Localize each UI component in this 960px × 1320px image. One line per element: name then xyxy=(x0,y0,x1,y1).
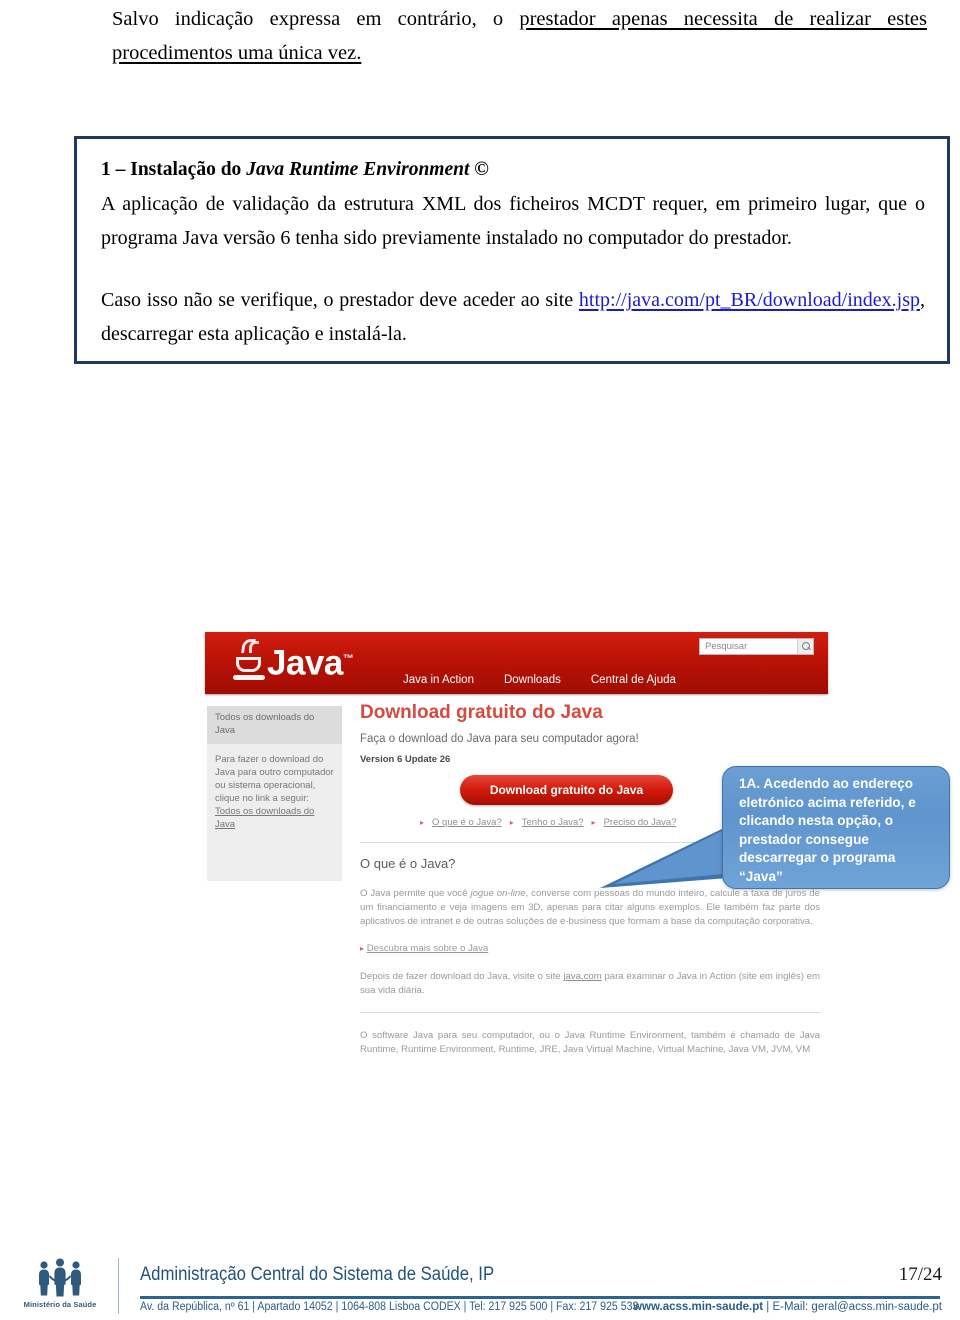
java-visit-paragraph: Depois de fazer download do Java, visite… xyxy=(360,970,820,998)
intro-paragraph: Salvo indicação expressa em contrário, o… xyxy=(112,2,927,70)
section-heading: 1 – Instalação do Java Runtime Environme… xyxy=(101,155,925,185)
ministry-logo: Ministério da Saúde xyxy=(18,1258,102,1309)
instruction-paragraph-2-prefix: Caso isso não se verifique, o prestador … xyxy=(101,289,579,311)
sidebar-header: Todos os downloads do Java xyxy=(207,706,342,744)
search-icon[interactable] xyxy=(797,639,813,654)
instruction-paragraph-1: A aplicação de validação da estrutura XM… xyxy=(101,193,925,249)
footer-email-label: | E-Mail: xyxy=(763,1301,812,1313)
discover-more-row: ▸ Descubra mais sobre o Java xyxy=(360,943,820,954)
sidebar-text: Para fazer o download do Java para outro… xyxy=(215,754,334,804)
discover-more-link[interactable]: Descubra mais sobre o Java xyxy=(367,943,489,954)
java-coffee-cup-icon xyxy=(233,639,265,683)
java-runtime-names-paragraph: O software Java para seu computador, ou … xyxy=(360,1030,820,1055)
quick-link-what-is-java[interactable]: O que é o Java? xyxy=(432,817,502,828)
bullet-icon: ▸ xyxy=(420,818,425,827)
quick-link-have-java[interactable]: Tenho o Java? xyxy=(522,817,584,828)
free-java-download-button[interactable]: Download gratuito do Java xyxy=(460,775,673,805)
java-wordmark-text: Java xyxy=(267,643,343,683)
page-number: 17/24 xyxy=(898,1264,942,1285)
trademark-symbol: ™ xyxy=(342,652,354,665)
ministry-figures-icon xyxy=(39,1258,81,1297)
divider xyxy=(360,1012,820,1013)
paragraph-italic: jogue on-line xyxy=(470,888,526,899)
nav-item-downloads[interactable]: Downloads xyxy=(504,674,561,686)
annotation-callout: 1A. Acedendo ao endereço eletrónico acim… xyxy=(722,766,950,889)
footer-divider xyxy=(118,1258,119,1314)
intro-plain-text: Salvo indicação expressa em contrário, o xyxy=(112,8,520,30)
java-sidebar: Todos os downloads do Java Para fazer o … xyxy=(207,706,342,881)
java-description-paragraph: O Java permite que você jogue on-line, c… xyxy=(360,887,820,929)
document-page: Salvo indicação expressa em contrário, o… xyxy=(0,0,960,1320)
bullet-icon: ▸ xyxy=(591,818,596,827)
java-wordmark: Java™ xyxy=(267,640,354,683)
footer-website[interactable]: www.acss.min-saude.pt xyxy=(633,1301,763,1313)
download-subtitle: Faça o download do Java para seu computa… xyxy=(360,733,639,745)
java-nav: Java in Action Downloads Central de Ajud… xyxy=(403,674,676,686)
footer-email[interactable]: geral@acss.min-saude.pt xyxy=(811,1301,942,1313)
section-heading-suffix: © xyxy=(469,159,489,180)
java-download-link[interactable]: http://java.com/pt_BR/download/index.jsp xyxy=(579,289,920,311)
paragraph-part-a: O Java permite que você xyxy=(360,888,471,899)
download-title: Download gratuito do Java xyxy=(360,702,603,723)
nav-item-java-in-action[interactable]: Java in Action xyxy=(403,674,474,686)
version-label: Version 6 Update 26 xyxy=(360,754,451,765)
ministry-logo-caption: Ministério da Saúde xyxy=(23,1300,97,1309)
footer-rule xyxy=(140,1296,940,1299)
java-header-banner: Java™ Java in Action Downloads Central d… xyxy=(205,632,828,694)
section-heading-prefix: 1 – Instalação do xyxy=(101,159,247,180)
search-placeholder: Pesquisar xyxy=(705,641,748,652)
instruction-paragraph-2: Caso isso não se verifique, o prestador … xyxy=(101,283,925,351)
page-footer: Ministério da Saúde Administração Centra… xyxy=(0,1254,960,1320)
java-logo: Java™ xyxy=(233,639,354,683)
bullet-icon: ▸ xyxy=(509,818,514,827)
organization-name: Administração Central do Sistema de Saúd… xyxy=(140,1264,495,1285)
search-box[interactable]: Pesquisar xyxy=(699,638,814,655)
bullet-icon: ▸ xyxy=(360,944,365,953)
instruction-box: 1 – Instalação do Java Runtime Environme… xyxy=(74,136,950,364)
footer-address: Av. da República, nº 61 | Apartado 14052… xyxy=(140,1301,639,1313)
nav-item-central-de-ajuda[interactable]: Central de Ajuda xyxy=(591,674,676,686)
section-heading-italic: Java Runtime Environment xyxy=(246,159,470,180)
callout-pointer xyxy=(600,826,728,888)
visit-part-a: Depois de fazer download do Java, visite… xyxy=(360,971,564,982)
sidebar-all-downloads-link[interactable]: Todos os downloads do Java xyxy=(207,805,342,831)
java-com-link[interactable]: java.com xyxy=(563,971,601,982)
footer-contact: www.acss.min-saude.pt | E-Mail: geral@ac… xyxy=(633,1301,942,1313)
